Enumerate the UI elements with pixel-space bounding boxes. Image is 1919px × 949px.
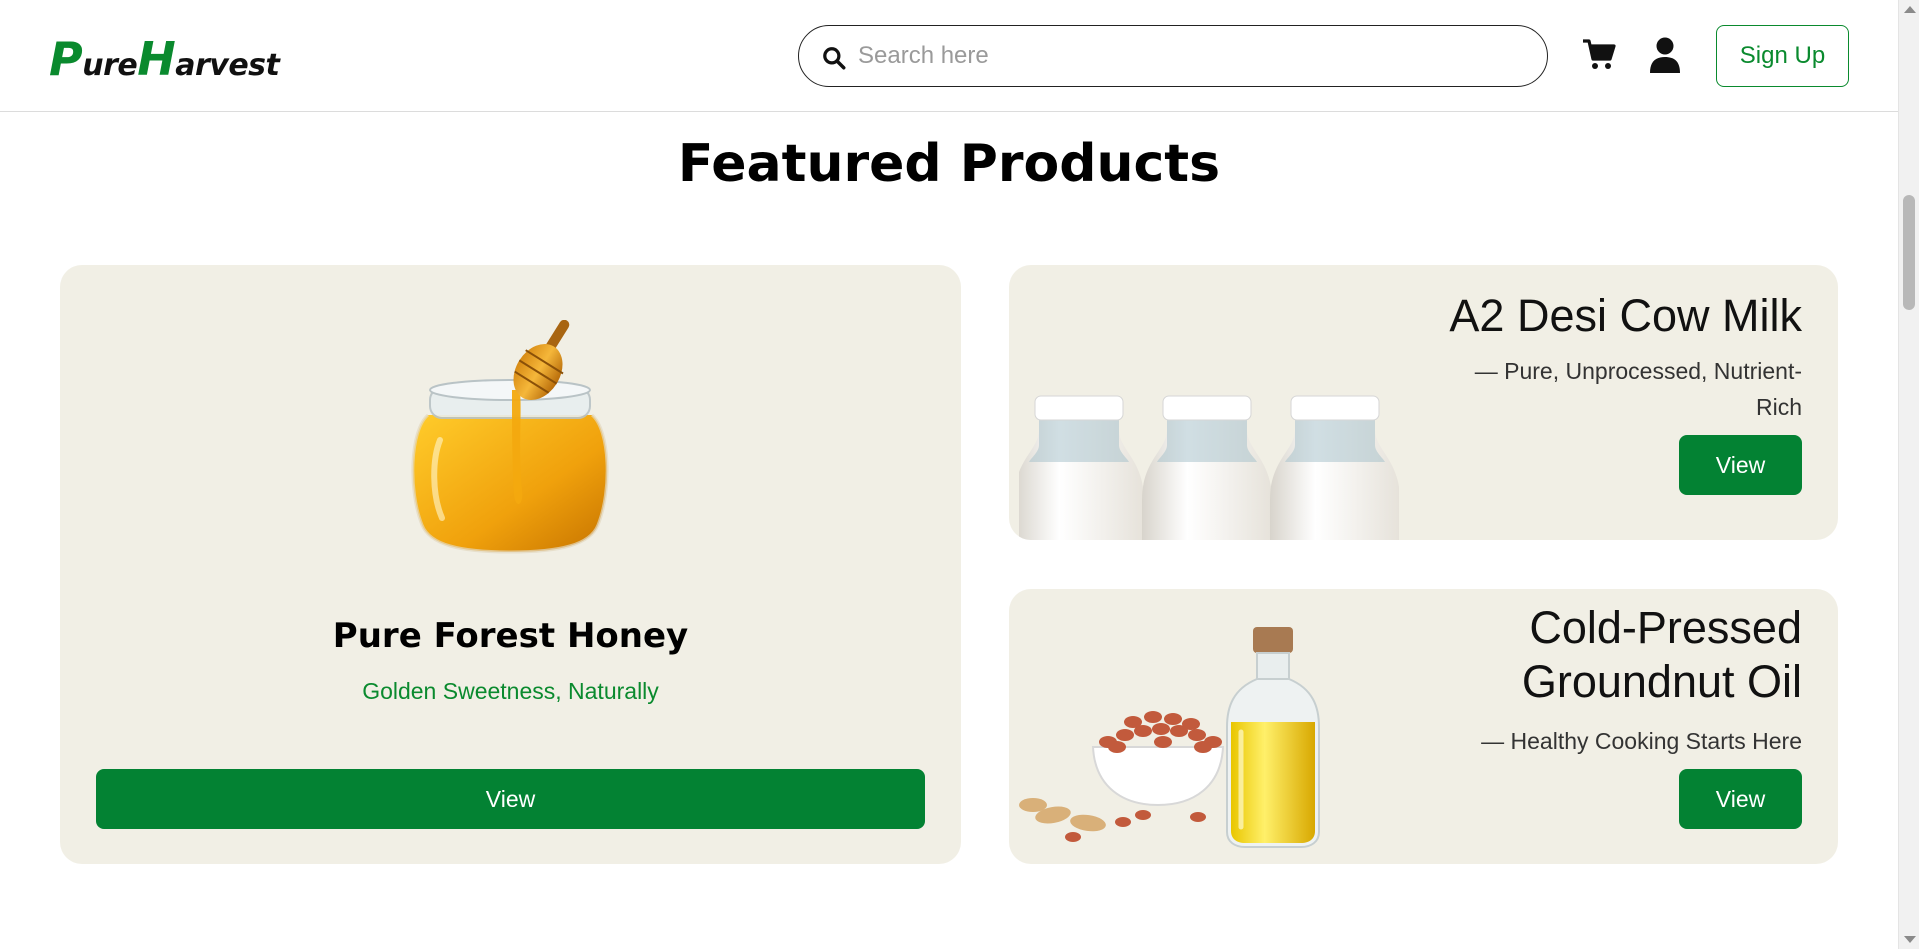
signup-button[interactable]: Sign Up bbox=[1716, 25, 1849, 87]
product-card-oil: Cold-Pressed Groundnut Oil — Healthy Coo… bbox=[1009, 589, 1838, 864]
page-scrollbar[interactable] bbox=[1898, 0, 1919, 949]
product-card-honey: Pure Forest Honey Golden Sweetness, Natu… bbox=[60, 265, 961, 864]
product-title: Pure Forest Honey bbox=[332, 616, 689, 656]
scroll-down-arrow-icon[interactable] bbox=[1904, 936, 1916, 943]
tagline-line: Rich bbox=[1755, 394, 1802, 420]
product-tagline: — Healthy Cooking Starts Here bbox=[1481, 728, 1802, 754]
logo-text-arvest: arvest bbox=[175, 48, 280, 83]
scroll-up-arrow-icon[interactable] bbox=[1904, 6, 1916, 13]
product-title: Cold-Pressed Groundnut Oil bbox=[1522, 601, 1802, 709]
logo-text-ure: ure bbox=[82, 48, 138, 83]
scrollbar-thumb[interactable] bbox=[1903, 195, 1915, 310]
logo-letter-p: P bbox=[49, 32, 83, 86]
product-tagline: — Pure, Unprocessed, Nutrient- Rich bbox=[1442, 353, 1802, 425]
section-title: Featured Products bbox=[677, 134, 1221, 194]
view-honey-button[interactable]: View bbox=[96, 769, 925, 829]
groundnut-oil-image bbox=[1019, 627, 1320, 848]
honey-jar-image bbox=[411, 320, 609, 554]
product-card-milk: A2 Desi Cow Milk — Pure, Unprocessed, Nu… bbox=[1009, 265, 1838, 540]
product-title: A2 Desi Cow Milk bbox=[1449, 290, 1802, 341]
user-icon[interactable] bbox=[1649, 37, 1681, 73]
title-line: Groundnut Oil bbox=[1521, 656, 1802, 707]
milk-bottles-image bbox=[1019, 395, 1399, 540]
view-oil-button[interactable]: View bbox=[1679, 769, 1802, 829]
search-bar bbox=[798, 25, 1548, 87]
title-line: Cold-Pressed bbox=[1529, 602, 1802, 653]
cart-icon[interactable] bbox=[1582, 38, 1616, 72]
tagline-line: — Pure, Unprocessed, Nutrient- bbox=[1474, 358, 1802, 384]
site-header: PureHarvest Sign Up bbox=[0, 0, 1898, 112]
search-icon[interactable] bbox=[821, 45, 847, 71]
search-input[interactable] bbox=[858, 26, 1518, 86]
product-tagline: Golden Sweetness, Naturally bbox=[362, 678, 659, 704]
view-milk-button[interactable]: View bbox=[1679, 435, 1802, 495]
logo[interactable]: PureHarvest bbox=[49, 32, 280, 86]
logo-letter-h: H bbox=[137, 32, 176, 86]
